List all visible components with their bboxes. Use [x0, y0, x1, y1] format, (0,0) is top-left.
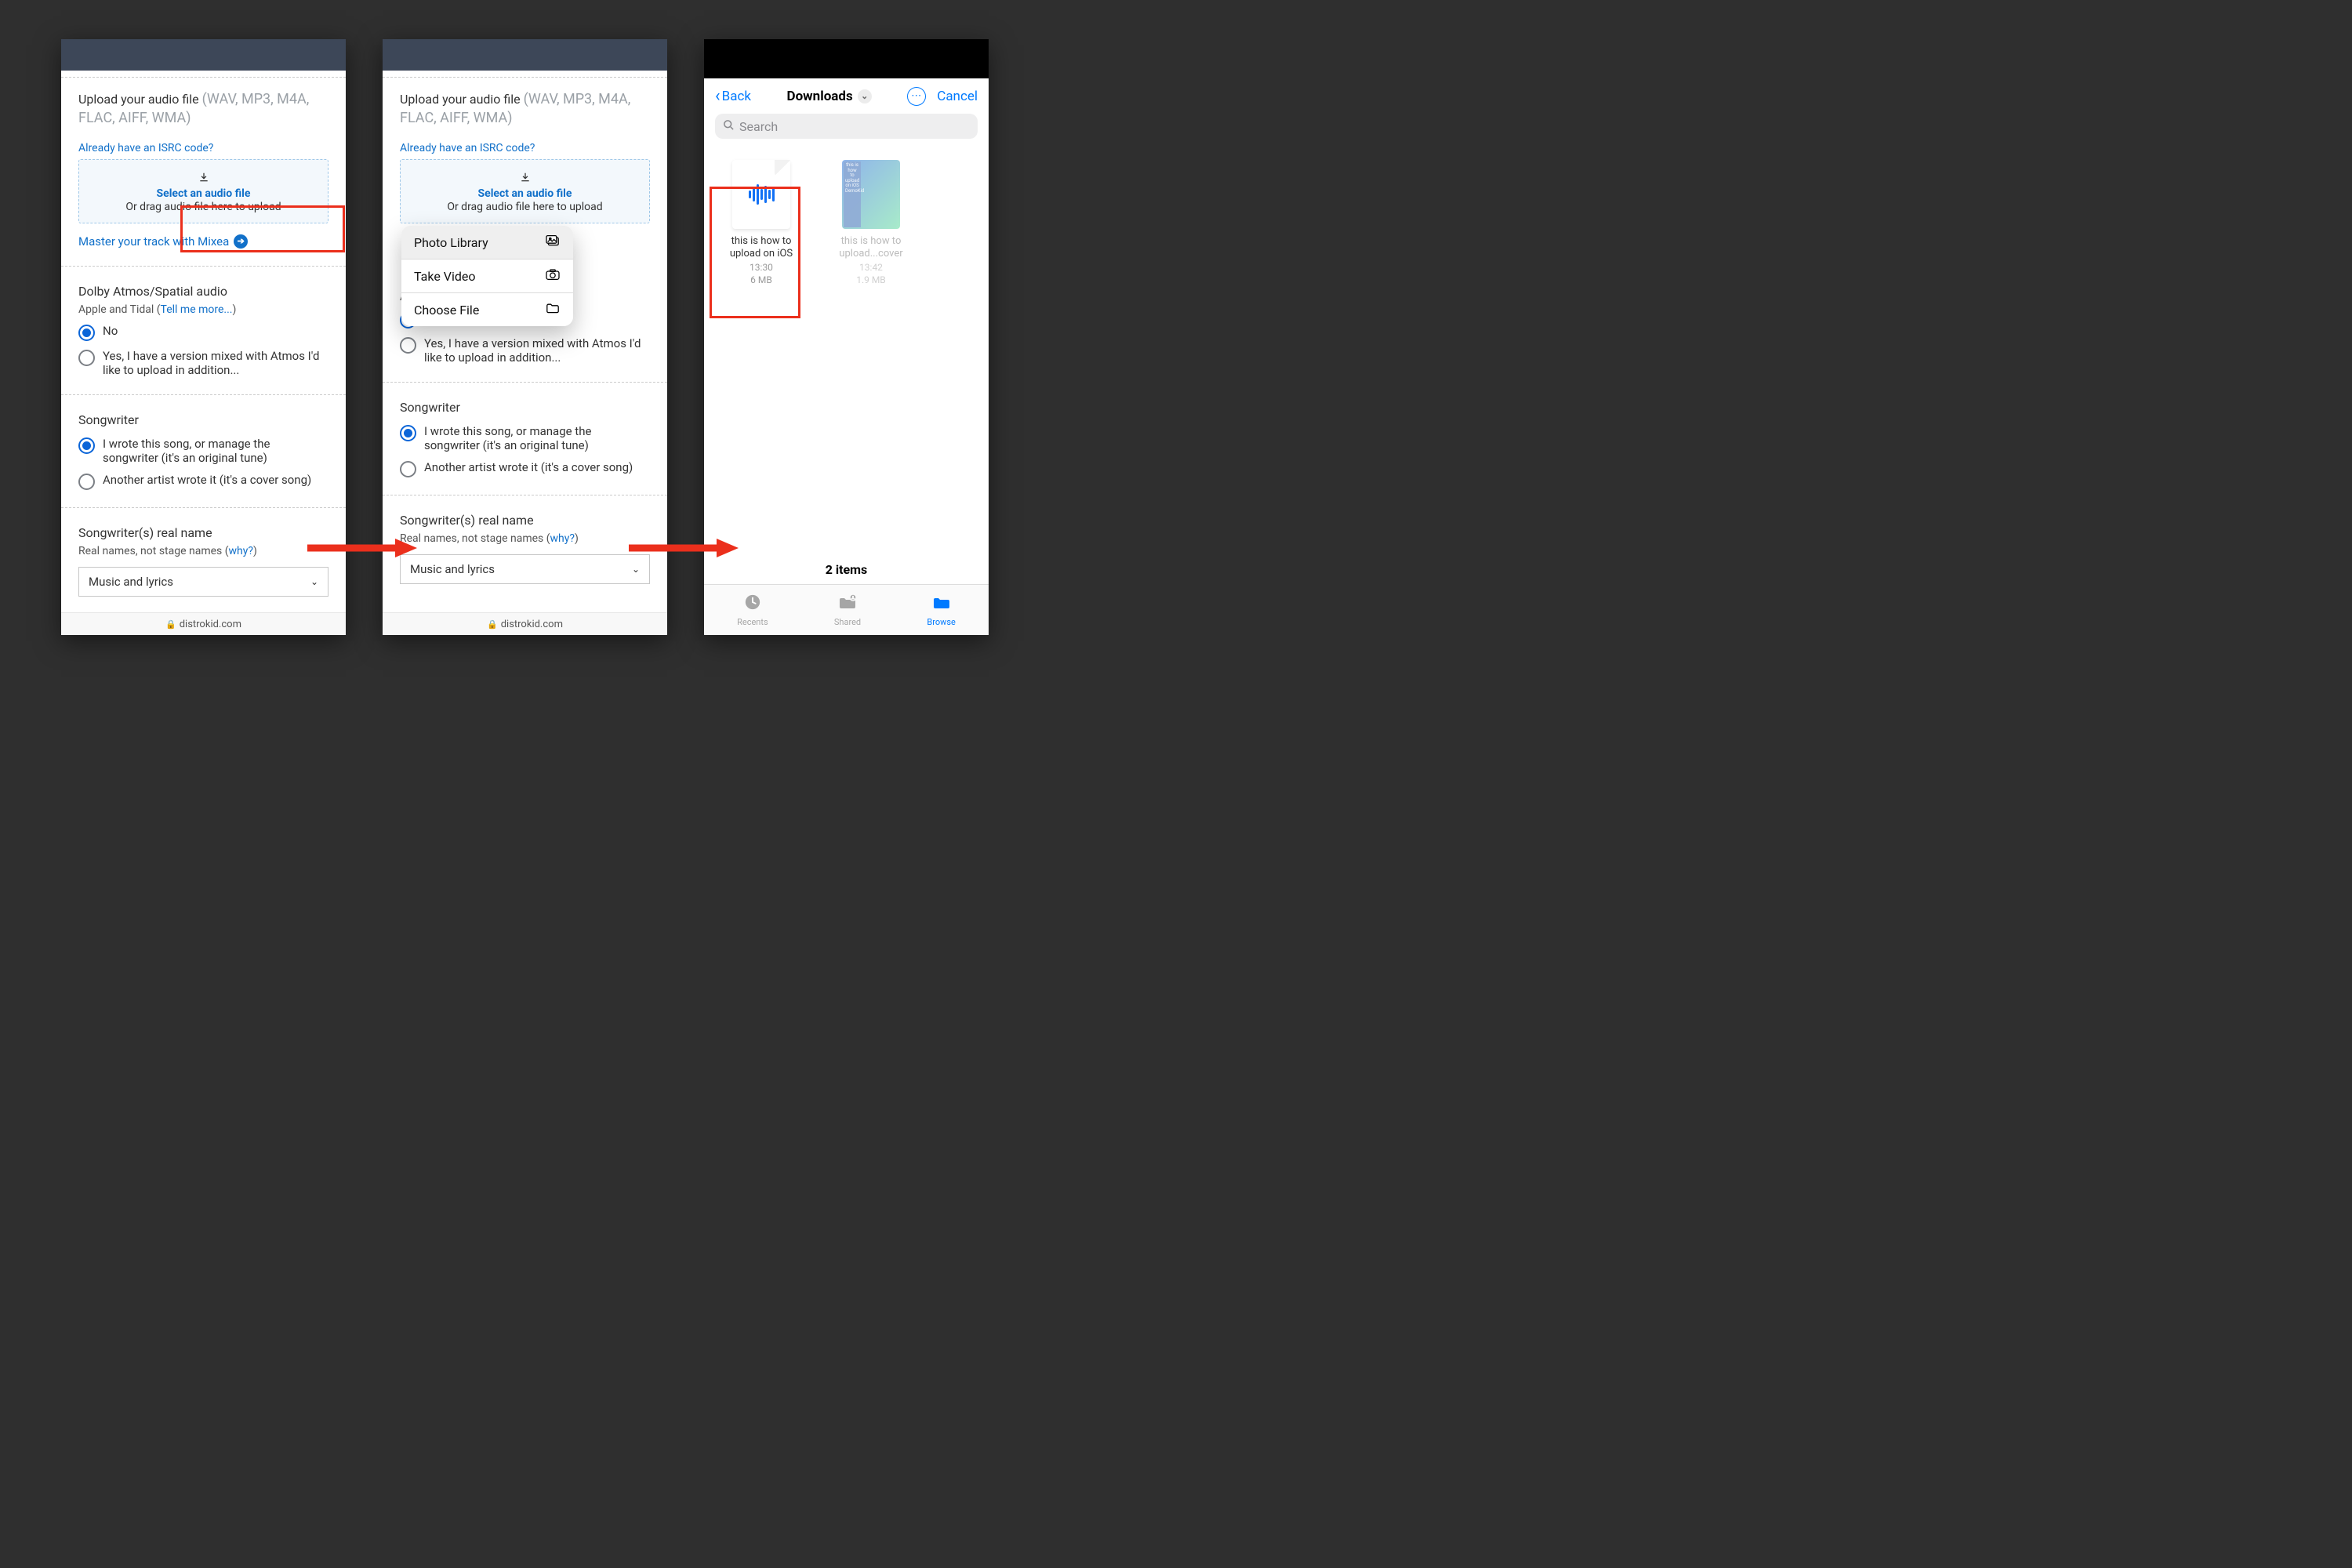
dolby-tell-more-link[interactable]: Tell me more... — [161, 303, 233, 316]
radio-unchecked-icon — [78, 474, 95, 490]
chevron-left-icon: ‹ — [715, 86, 720, 106]
chevron-down-icon: ⌄ — [632, 564, 640, 575]
radio-unchecked-icon — [78, 350, 95, 366]
cancel-button[interactable]: Cancel — [937, 89, 978, 104]
form-content: Upload your audio file (WAV, MP3, M4A, F… — [383, 71, 667, 612]
file-item-audio[interactable]: this is how to upload on iOS 13:30 6 MB — [718, 160, 804, 285]
realname-heading: Songwriter(s) real name — [400, 513, 650, 528]
folder-title[interactable]: Downloads ⌄ — [787, 89, 872, 104]
form-content: Upload your audio file (WAV, MP3, M4A, F… — [61, 71, 346, 612]
item-count: 2 items — [704, 562, 989, 577]
image-file-icon: this is how to upload on iOS DemoKid — [842, 160, 900, 229]
more-options-button[interactable]: ⋯ — [907, 87, 926, 106]
select-audio-link[interactable]: Select an audio file — [85, 187, 321, 200]
why-link[interactable]: why? — [550, 532, 575, 545]
tab-shared[interactable]: Shared — [834, 593, 861, 627]
credit-type-select[interactable]: Music and lyrics ⌄ — [78, 567, 328, 597]
dolby-no-option[interactable]: No — [78, 324, 328, 341]
take-video-option[interactable]: Take Video — [401, 260, 573, 293]
radio-checked-icon — [78, 325, 95, 341]
chevron-down-icon: ⌄ — [310, 576, 318, 587]
dolby-yes-option[interactable]: Yes, I have a version mixed with Atmos I… — [400, 336, 650, 365]
mixea-link[interactable]: Master your track with Mixea ➔ — [78, 234, 248, 249]
clock-icon — [744, 593, 761, 615]
arrow-right-icon: ➔ — [234, 234, 248, 249]
file-source-action-sheet: Photo Library Take Video Choose File — [401, 226, 573, 326]
chevron-down-icon: ⌄ — [858, 89, 872, 103]
radio-unchecked-icon — [400, 461, 416, 477]
audio-file-icon — [732, 160, 790, 229]
songwriter-heading: Songwriter — [78, 412, 328, 427]
files-grid: this is how to upload on iOS 13:30 6 MB … — [704, 149, 989, 585]
upload-heading: Upload your audio file — [78, 92, 199, 107]
status-bar — [383, 39, 667, 71]
file-item-image: this is how to upload on iOS DemoKid thi… — [828, 160, 914, 285]
screen-3: ‹ Back Downloads ⌄ ⋯ Cancel Search — [704, 39, 989, 635]
files-tab-bar: Recents Shared Browse — [704, 584, 989, 635]
songwriter-cover-option[interactable]: Another artist wrote it (it's a cover so… — [400, 460, 650, 477]
lock-icon: 🔒 — [165, 619, 176, 630]
search-input[interactable]: Search — [715, 114, 978, 139]
songwriter-original-option[interactable]: I wrote this song, or manage the songwri… — [400, 424, 650, 452]
select-audio-link[interactable]: Select an audio file — [407, 187, 643, 200]
tab-recents[interactable]: Recents — [737, 593, 768, 627]
folder-icon — [932, 593, 951, 615]
isrc-link[interactable]: Already have an ISRC code? — [78, 142, 213, 154]
tab-browse[interactable]: Browse — [927, 593, 956, 627]
screen-2: Upload your audio file (WAV, MP3, M4A, F… — [383, 39, 667, 635]
screen-1: Upload your audio file (WAV, MP3, M4A, F… — [61, 39, 346, 635]
drag-hint: Or drag audio file here to upload — [407, 201, 643, 213]
realname-heading: Songwriter(s) real name — [78, 525, 328, 540]
upload-heading: Upload your audio file — [400, 92, 521, 107]
status-bar — [61, 39, 346, 71]
files-nav-bar: ‹ Back Downloads ⌄ ⋯ Cancel Search — [704, 78, 989, 146]
audio-dropzone[interactable]: Select an audio file Or drag audio file … — [400, 159, 650, 223]
radio-checked-icon — [400, 425, 416, 441]
camera-icon — [545, 268, 561, 284]
photo-library-icon — [545, 234, 561, 250]
why-link[interactable]: why? — [229, 545, 253, 557]
photo-library-option[interactable]: Photo Library — [401, 226, 573, 260]
status-bar — [704, 39, 989, 78]
songwriter-cover-option[interactable]: Another artist wrote it (it's a cover so… — [78, 473, 328, 490]
shared-folder-icon — [838, 593, 857, 615]
radio-checked-icon — [78, 437, 95, 454]
drag-hint: Or drag audio file here to upload — [85, 201, 321, 213]
songwriter-heading: Songwriter — [400, 400, 650, 415]
audio-dropzone[interactable]: Select an audio file Or drag audio file … — [78, 159, 328, 223]
address-bar[interactable]: 🔒 distrokid.com — [61, 612, 346, 635]
songwriter-original-option[interactable]: I wrote this song, or manage the songwri… — [78, 437, 328, 465]
dolby-yes-option[interactable]: Yes, I have a version mixed with Atmos I… — [78, 349, 328, 377]
lock-icon: 🔒 — [487, 619, 498, 630]
download-icon — [520, 172, 531, 186]
back-button[interactable]: ‹ Back — [715, 86, 751, 106]
download-icon — [198, 172, 209, 186]
folder-icon — [545, 302, 561, 318]
isrc-link[interactable]: Already have an ISRC code? — [400, 142, 535, 154]
radio-unchecked-icon — [400, 337, 416, 354]
credit-type-select[interactable]: Music and lyrics ⌄ — [400, 554, 650, 584]
search-icon — [723, 119, 735, 134]
choose-file-option[interactable]: Choose File — [401, 293, 573, 326]
address-bar[interactable]: 🔒 distrokid.com — [383, 612, 667, 635]
dolby-heading: Dolby Atmos/Spatial audio — [78, 284, 328, 299]
